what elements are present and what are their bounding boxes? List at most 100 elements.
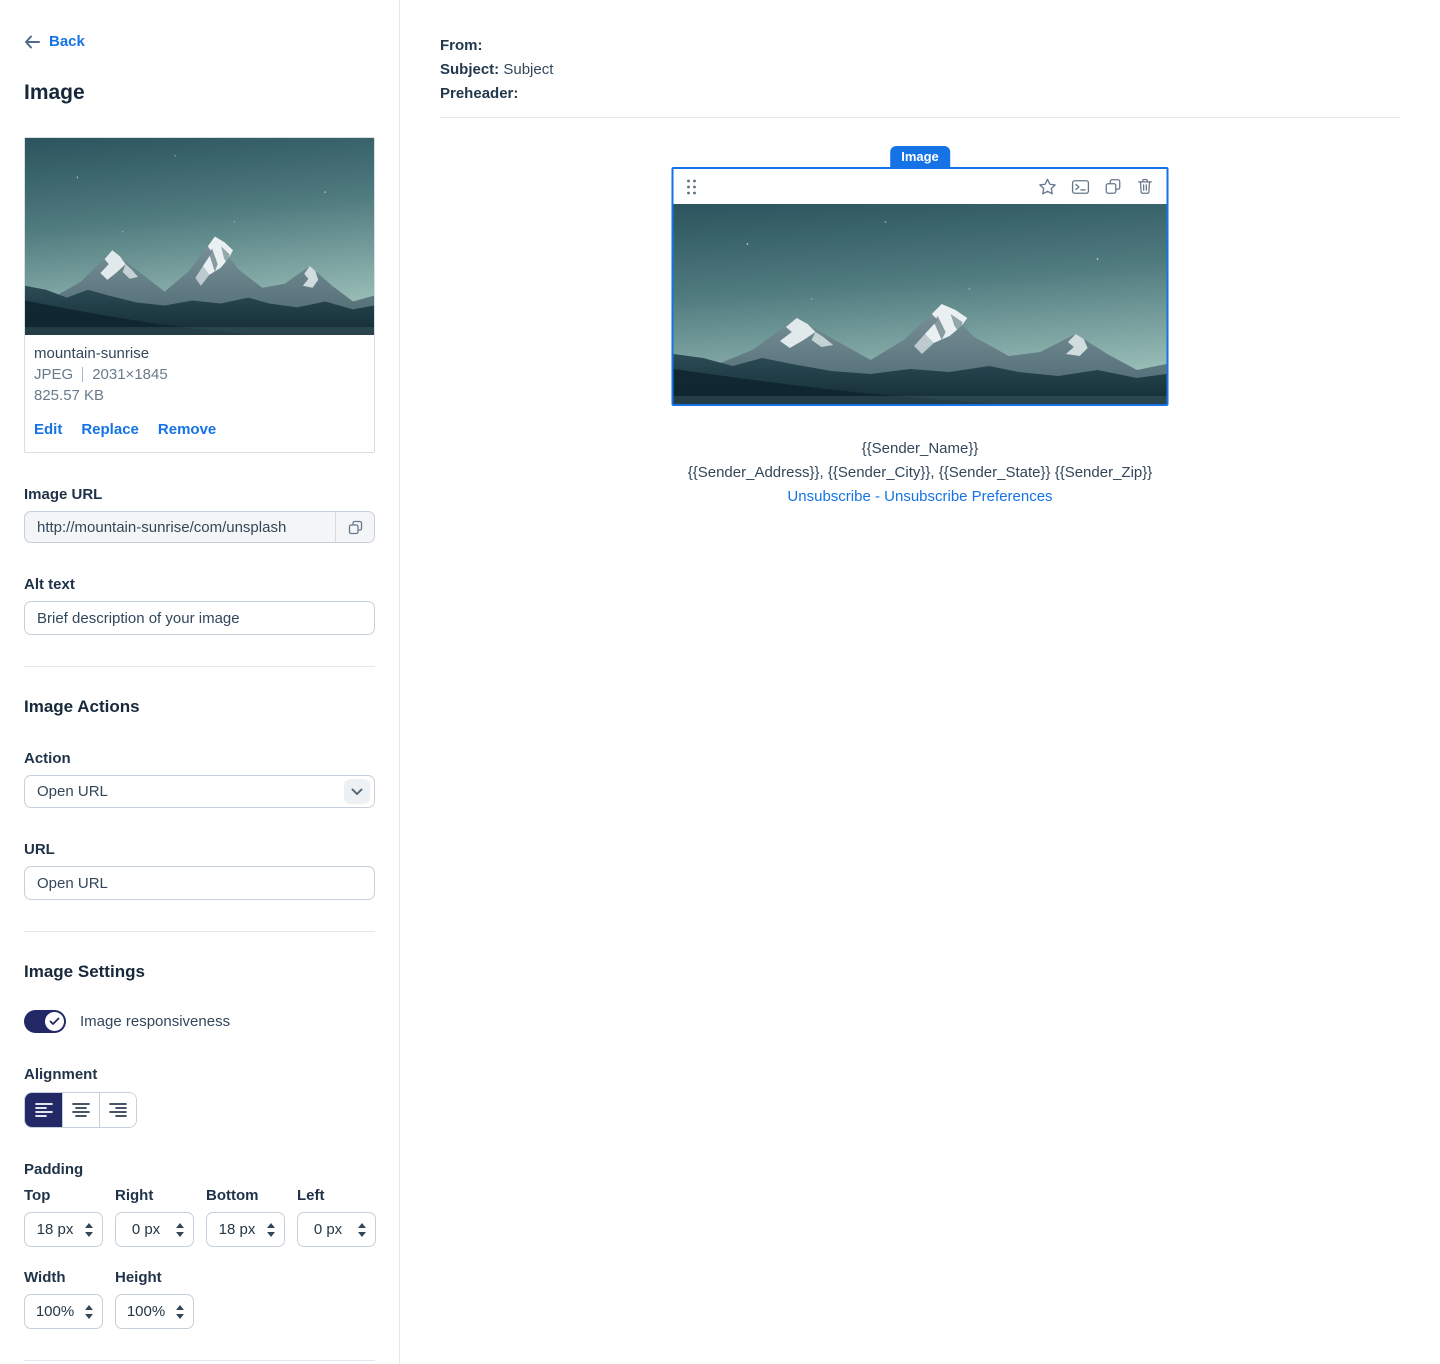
arrow-up-icon [85,1223,93,1228]
alignment-label: Alignment [24,1066,375,1083]
sender-name: {{Sender_Name}} [570,437,1270,461]
stepper-arrows[interactable] [176,1223,193,1237]
divider [24,931,375,932]
from-label: From: [440,37,483,54]
width-value: 100% [25,1303,85,1320]
padding-top-label: Top [24,1187,103,1204]
file-format: JPEG [34,364,73,385]
image-responsiveness-label: Image responsiveness [80,1013,230,1030]
url-input[interactable] [24,866,375,900]
sender-address-line: {{Sender_Address}}, {{Sender_City}}, {{S… [570,461,1270,485]
file-name: mountain-sunrise [34,344,364,364]
back-button[interactable]: Back [24,33,85,50]
image-settings-panel: Back Image [0,0,400,1364]
remove-link[interactable]: Remove [158,421,216,438]
alt-text-input[interactable] [24,601,375,635]
height-value: 100% [116,1303,176,1320]
image-responsiveness-toggle[interactable] [24,1010,66,1033]
delete-button[interactable] [1136,177,1155,196]
align-right-button[interactable] [99,1093,136,1127]
replace-link[interactable]: Replace [81,421,139,438]
height-stepper[interactable]: 100% [115,1294,194,1329]
file-size: 825.57 KB [34,385,364,406]
stepper-arrows[interactable] [176,1305,193,1319]
selected-image-block[interactable] [672,167,1169,406]
preheader-label: Preheader: [440,85,518,102]
header-divider [440,117,1400,118]
email-footer: {{Sender_Name}} {{Sender_Address}}, {{Se… [570,437,1270,509]
stepper-arrows[interactable] [267,1223,284,1237]
stepper-arrows[interactable] [85,1223,102,1237]
image-url-label: Image URL [24,486,375,503]
favorite-button[interactable] [1038,177,1058,197]
file-dimensions: 2031×1845 [92,364,168,385]
arrow-down-icon [267,1232,275,1237]
padding-left-value: 0 px [298,1221,358,1238]
image-url-field: http://mountain-sunrise/com/unsplash [24,511,375,543]
padding-left-label: Left [297,1187,376,1204]
email-preview-pane: From: Subject: Subject Preheader: Image [400,0,1440,1364]
padding-right-value: 0 px [116,1221,176,1238]
email-meta-header: From: Subject: Subject Preheader: [440,34,553,106]
padding-bottom-stepper[interactable]: 18 px [206,1212,285,1247]
arrow-down-icon [176,1314,184,1319]
unsubscribe-preferences-link[interactable]: Unsubscribe Preferences [884,488,1052,505]
copy-url-button[interactable] [335,512,374,542]
width-label: Width [24,1269,103,1286]
padding-left-stepper[interactable]: 0 px [297,1212,376,1247]
arrow-down-icon [176,1232,184,1237]
toggle-knob [45,1012,64,1031]
arrow-up-icon [85,1305,93,1310]
alt-text-label: Alt text [24,576,375,593]
padding-top-value: 18 px [25,1221,85,1238]
image-actions-title: Image Actions [24,697,375,717]
copy-icon [1104,177,1123,196]
align-left-icon [35,1102,53,1118]
action-select-value: Open URL [37,783,344,800]
mountain-image [674,204,1167,404]
align-center-button[interactable] [62,1093,99,1127]
padding-right-stepper[interactable]: 0 px [115,1212,194,1247]
terminal-icon [1071,177,1091,197]
padding-right-label: Right [115,1187,194,1204]
copy-icon [347,519,364,536]
image-settings-title: Image Settings [24,962,375,982]
link-separator: - [871,488,884,505]
duplicate-button[interactable] [1104,177,1123,196]
url-label: URL [24,841,375,858]
action-select[interactable]: Open URL [24,775,375,808]
padding-top-stepper[interactable]: 18 px [24,1212,103,1247]
stepper-arrows[interactable] [358,1223,375,1237]
edit-link[interactable]: Edit [34,421,62,438]
align-right-icon [109,1102,127,1118]
divider [24,1360,375,1361]
panel-title: Image [24,81,375,105]
align-center-icon [72,1102,90,1118]
arrow-down-icon [85,1314,93,1319]
unsubscribe-link[interactable]: Unsubscribe [787,488,870,505]
chevron-down-icon [344,779,370,804]
block-toolbar [674,169,1167,204]
divider [24,666,375,667]
back-label: Back [49,33,85,50]
width-stepper[interactable]: 100% [24,1294,103,1329]
arrow-down-icon [358,1232,366,1237]
action-label: Action [24,750,375,767]
arrow-left-icon [24,35,40,49]
trash-icon [1136,177,1155,196]
image-url-value[interactable]: http://mountain-sunrise/com/unsplash [25,512,335,542]
email-editor: Back Image [0,0,1440,1364]
drag-handle-icon[interactable] [686,178,698,196]
image-file-card: mountain-sunrise JPEG 2031×1845 825.57 K… [24,137,375,453]
arrow-up-icon [358,1223,366,1228]
stepper-arrows[interactable] [85,1305,102,1319]
align-left-button[interactable] [25,1093,62,1127]
star-icon [1038,177,1058,197]
padding-bottom-value: 18 px [207,1221,267,1238]
arrow-down-icon [85,1232,93,1237]
subject-label: Subject: [440,61,499,78]
padding-label: Padding [24,1161,375,1178]
code-button[interactable] [1071,177,1091,197]
subject-value: Subject [503,61,553,78]
height-label: Height [115,1269,194,1286]
